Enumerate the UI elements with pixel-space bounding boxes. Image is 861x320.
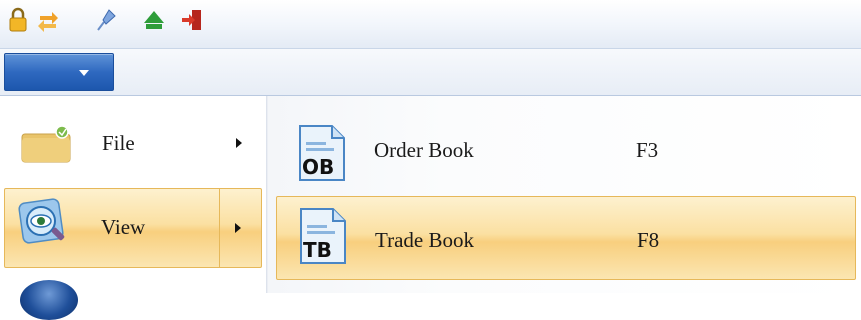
view-eye-icon bbox=[15, 195, 71, 247]
menu-item-label: View bbox=[101, 215, 146, 239]
menu-item-file[interactable]: File bbox=[4, 104, 262, 184]
submenu-item-label: Trade Book bbox=[375, 228, 474, 252]
ribbon-bar bbox=[0, 49, 861, 96]
refresh-icon[interactable] bbox=[36, 6, 60, 34]
submenu-arrow-icon bbox=[235, 223, 241, 233]
folder-icon bbox=[18, 118, 74, 170]
quick-access-toolbar bbox=[0, 0, 861, 49]
submenu-item-order-book[interactable]: OB Order Book F3 bbox=[276, 110, 856, 194]
order-book-icon: OB bbox=[294, 124, 348, 182]
app-menu-button[interactable] bbox=[4, 53, 114, 91]
submenu-item-label: Order Book bbox=[374, 138, 474, 162]
menu-item-label: File bbox=[102, 131, 135, 155]
shortcut-key: F8 bbox=[637, 228, 660, 252]
chevron-down-icon bbox=[79, 70, 89, 76]
upload-icon[interactable] bbox=[142, 6, 166, 34]
trade-book-icon: TB bbox=[295, 207, 349, 265]
shortcut-key: F3 bbox=[636, 138, 659, 162]
order-book-icon-text: OB bbox=[302, 155, 334, 179]
globe-icon[interactable] bbox=[20, 280, 78, 320]
pin-icon[interactable] bbox=[94, 6, 118, 34]
submenu-item-trade-book[interactable]: TB Trade Book F8 bbox=[276, 196, 856, 280]
submenu-arrow-icon bbox=[236, 138, 242, 148]
lock-icon[interactable] bbox=[6, 6, 30, 34]
split-divider bbox=[219, 189, 220, 267]
trade-book-icon-text: TB bbox=[303, 238, 332, 262]
exit-icon[interactable] bbox=[180, 6, 204, 34]
menu-item-view[interactable]: View bbox=[4, 188, 262, 268]
